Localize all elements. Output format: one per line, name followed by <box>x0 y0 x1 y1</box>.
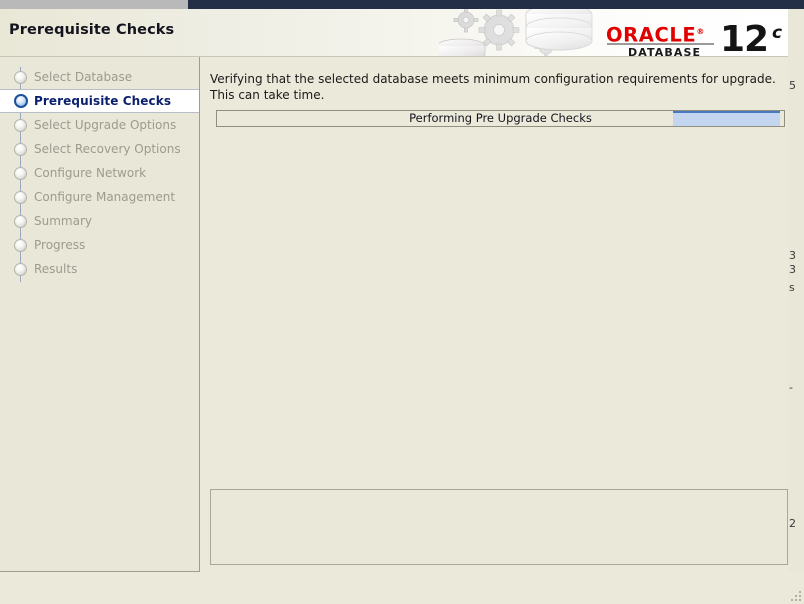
sidebar-item-label: Results <box>34 262 78 276</box>
sidebar-item-summary[interactable]: Summary <box>0 209 199 233</box>
background-window-titlebar <box>788 0 804 9</box>
description-text: Verifying that the selected database mee… <box>210 72 776 102</box>
sidebar-item-prerequisite-checks[interactable]: Prerequisite Checks <box>0 89 199 113</box>
sidebar-item-label: Prerequisite Checks <box>34 94 172 108</box>
titlebar-strip-right <box>188 0 804 9</box>
sidebar-item-results[interactable]: Results <box>0 257 199 281</box>
upgrade-assistant-window: Prerequisite Checks ORACLE® DATABASE 12 … <box>0 0 804 604</box>
sidebar-item-label: Select Recovery Options <box>34 142 181 156</box>
sidebar-item-label: Summary <box>34 214 92 228</box>
bg-fragment: - <box>789 381 793 394</box>
version-number: 12 <box>720 19 769 58</box>
step-bullet-icon <box>14 190 27 204</box>
registered-trademark-icon: ® <box>696 27 705 36</box>
logo-divider <box>607 43 714 45</box>
sidebar-item-select-upgrade-options[interactable]: Select Upgrade Options <box>0 113 199 137</box>
step-bullet-icon <box>14 238 27 252</box>
oracle-wordmark: ORACLE® <box>606 23 705 47</box>
wizard-steps-sidebar: Select Database Prerequisite Checks Sele… <box>0 57 200 572</box>
main-content-panel: Verifying that the selected database mee… <box>200 57 804 571</box>
bg-fragment: 3 <box>789 249 796 262</box>
bg-fragment: 3 <box>789 263 796 276</box>
sidebar-item-label: Select Database <box>34 70 133 84</box>
header-banner: Prerequisite Checks ORACLE® DATABASE 12 … <box>0 9 804 57</box>
window-resize-grip[interactable] <box>790 590 803 603</box>
oracle-logo: ORACLE® DATABASE 12 c <box>606 19 796 58</box>
step-bullet-icon <box>14 142 27 156</box>
step-bullet-icon <box>14 166 27 180</box>
titlebar-strip-left <box>0 0 188 9</box>
step-bullet-active-icon <box>14 94 28 108</box>
step-bullet-icon <box>14 70 27 84</box>
progress-bar-label: Performing Pre Upgrade Checks <box>409 111 592 125</box>
version-suffix: c <box>772 23 783 43</box>
wizard-button-bar: Help < Back Next > Finish Cancel <box>0 572 804 604</box>
sidebar-item-label: Progress <box>34 238 86 252</box>
bg-fragment: 5 <box>789 79 796 92</box>
page-title: Prerequisite Checks <box>9 22 175 38</box>
sidebar-item-progress[interactable]: Progress <box>0 233 199 257</box>
prerequisite-progress-bar: Performing Pre Upgrade Checks <box>216 110 785 127</box>
check-results-log-panel[interactable] <box>210 489 788 565</box>
background-window-edge[interactable]: 5 3 3 s - 2 2 <box>788 9 804 604</box>
sidebar-item-configure-management[interactable]: Configure Management <box>0 185 199 209</box>
sidebar-item-label: Configure Management <box>34 190 176 204</box>
bg-fragment: s <box>789 281 795 294</box>
step-bullet-icon <box>14 214 27 228</box>
bg-fragment: 2 <box>789 517 796 530</box>
step-bullet-icon <box>14 262 27 276</box>
sidebar-item-select-recovery-options[interactable]: Select Recovery Options <box>0 137 199 161</box>
sidebar-item-label: Configure Network <box>34 166 147 180</box>
sidebar-item-select-database[interactable]: Select Database <box>0 65 199 89</box>
step-bullet-icon <box>14 118 27 132</box>
sidebar-item-configure-network[interactable]: Configure Network <box>0 161 199 185</box>
sidebar-item-label: Select Upgrade Options <box>34 118 177 132</box>
